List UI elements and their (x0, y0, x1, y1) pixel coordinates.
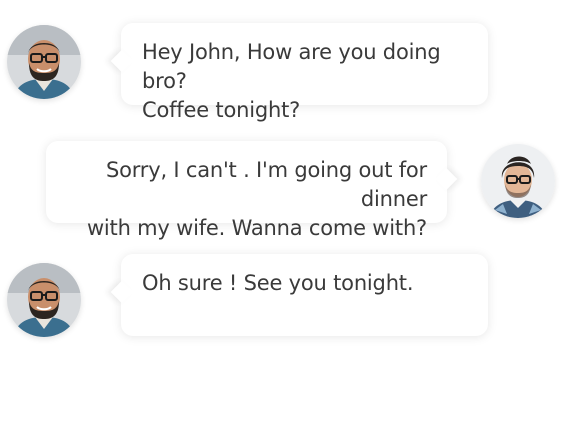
chat-conversation: Hey John, How are you doing bro? Coffee … (0, 0, 569, 438)
message-text: Sorry, I can't . I'm going out for dinne… (86, 158, 427, 240)
friend-avatar[interactable] (7, 25, 81, 99)
bearded-man-glasses-avatar-icon (7, 25, 81, 99)
bearded-man-glasses-avatar-icon (7, 263, 81, 337)
message-bubble-2: Sorry, I can't . I'm going out for dinne… (46, 141, 458, 240)
message-text: Oh sure ! See you tonight. (142, 271, 414, 295)
friend-avatar[interactable] (7, 263, 81, 337)
message-bubble-3: Oh sure ! See you tonight. (110, 254, 488, 336)
john-avatar[interactable] (481, 144, 555, 218)
message-bubble-1: Hey John, How are you doing bro? Coffee … (110, 23, 488, 122)
young-man-glasses-avatar-icon (481, 144, 555, 218)
message-text: Hey John, How are you doing bro? Coffee … (142, 40, 441, 122)
